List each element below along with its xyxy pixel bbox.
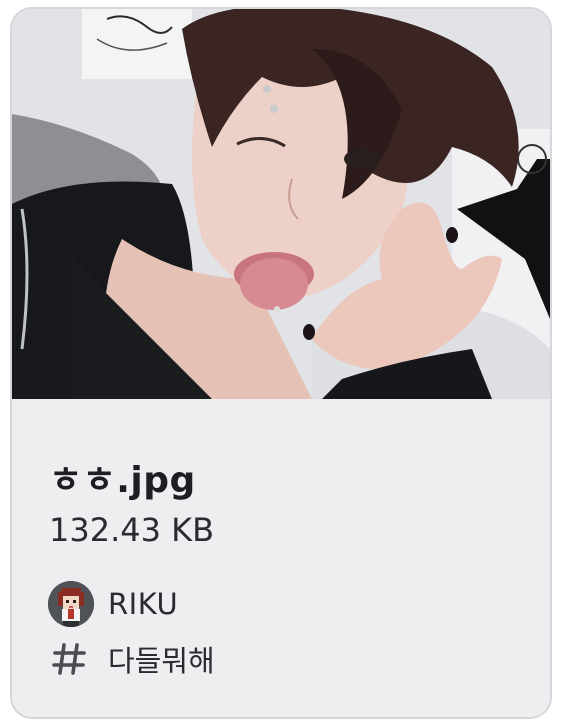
attachment-info: ㅎㅎ.jpg 132.43 KB RIKU 다들뭐해 [12,399,550,717]
author-name[interactable]: RIKU [108,587,178,621]
photo-image [12,9,550,399]
avatar-pixel-art-icon [48,581,94,627]
file-size: 132.43 KB [49,511,215,549]
attachment-card[interactable]: ㅎㅎ.jpg 132.43 KB RIKU 다들뭐해 [10,7,552,719]
author-row[interactable]: RIKU [48,581,178,627]
file-name[interactable]: ㅎㅎ.jpg [49,451,196,503]
channel-name[interactable]: 다들뭐해 [108,638,215,680]
attachment-photo[interactable] [12,9,550,399]
avatar[interactable] [48,581,94,627]
hash-icon [52,643,86,675]
channel-row[interactable]: 다들뭐해 [50,639,215,679]
